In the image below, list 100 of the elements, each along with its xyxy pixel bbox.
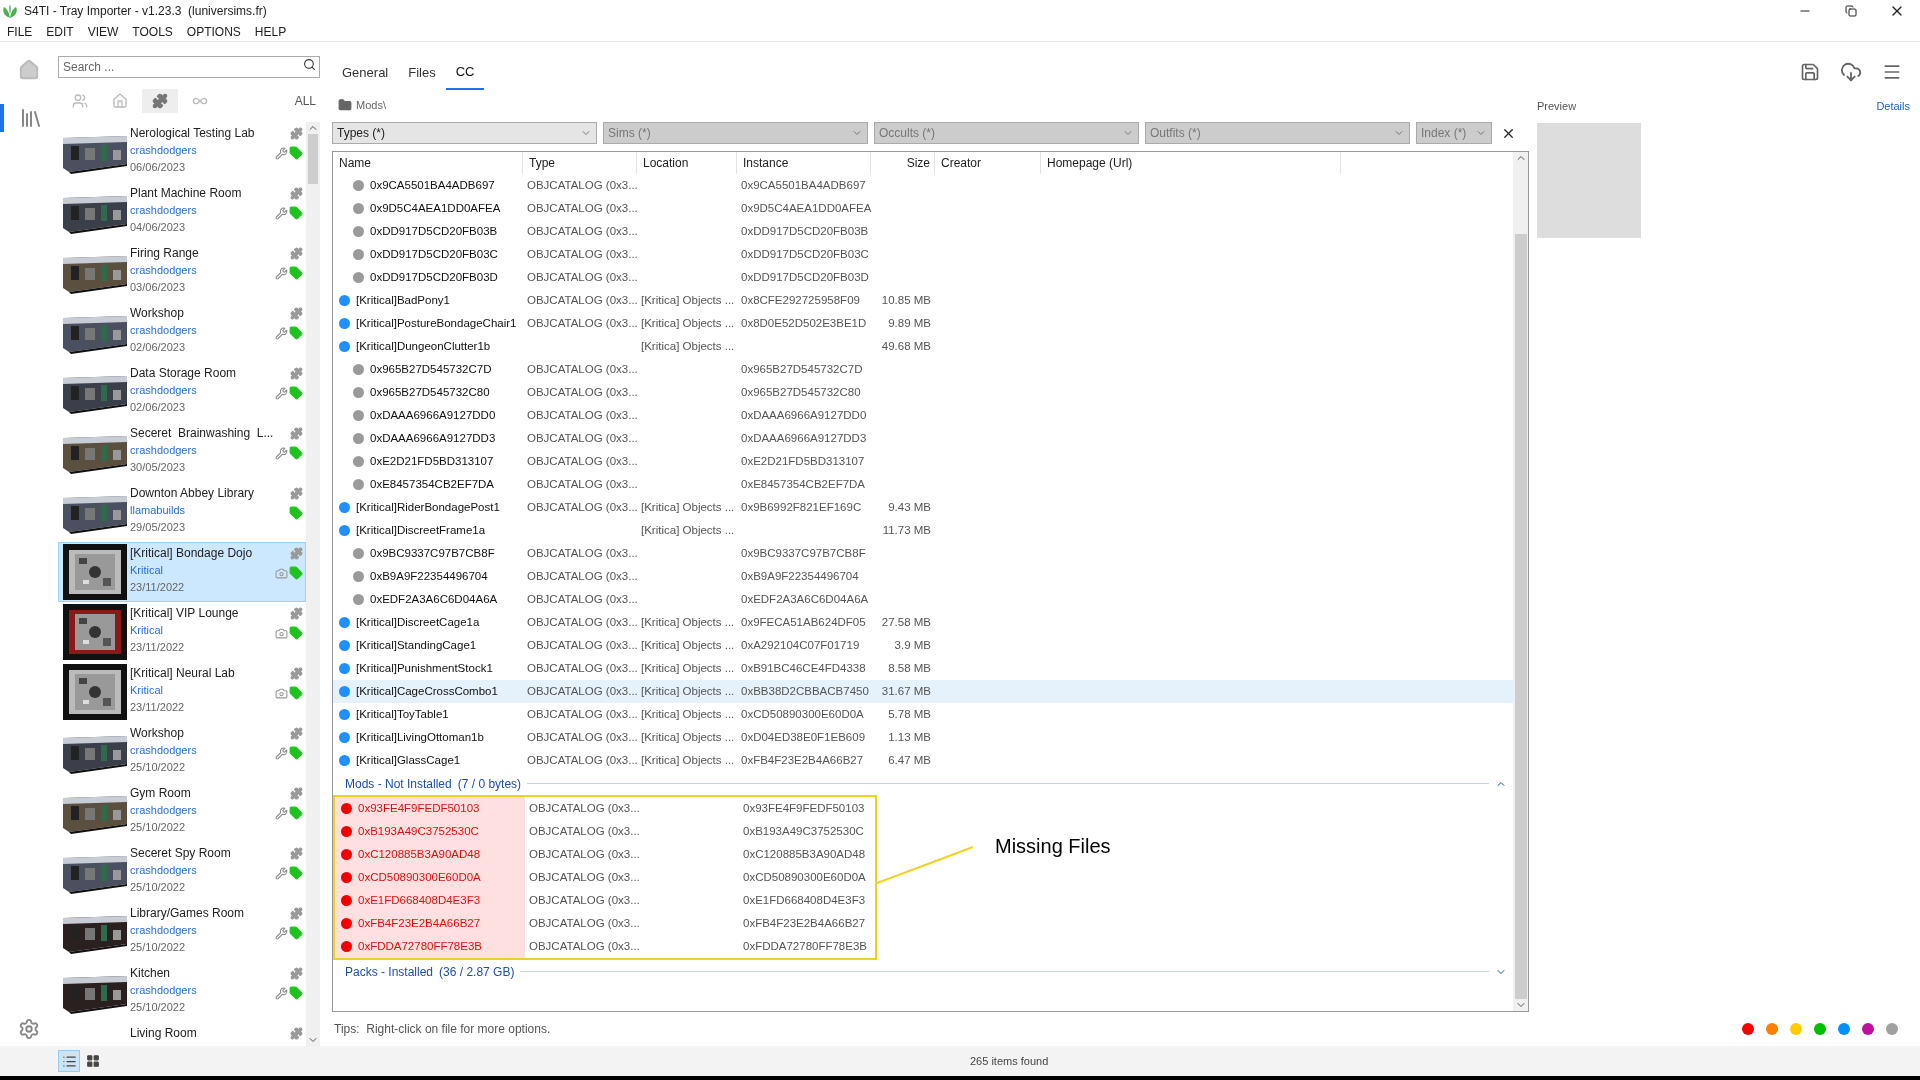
table-row[interactable]: 0xDAAA6966A9127DD0 OBJCATALOG (0x3... 0xDAAA6966A9127DD0 (333, 404, 1513, 427)
table-row[interactable]: 0x9D5C4AEA1DD0AFEA OBJCATALOG (0x3... 0x9D5C4AEA1DD0AFEA (333, 197, 1513, 220)
scrollbar-thumb[interactable] (308, 134, 318, 184)
author-link[interactable]: crashdodgers (130, 442, 274, 459)
tray-item[interactable]: Library/Games Room crashdodgers 25/10/2022 (58, 902, 306, 962)
color-swatch[interactable] (1838, 1023, 1850, 1035)
menu-item[interactable]: HELP (254, 22, 287, 41)
filter-dropdown[interactable]: Types (*) (332, 122, 597, 144)
author-link[interactable]: crashdodgers (130, 142, 274, 159)
tray-item[interactable]: Downton Abbey Library llamabuilds 29/05/2023 (58, 482, 306, 542)
table-row[interactable]: [Kritical]GlassCage1 OBJCATALOG (0x3... [Kritica] Objects ... 0xFB4F23E2B4A66B27 6.47 MB (333, 749, 1513, 772)
tray-item[interactable]: [Kritical] Neural Lab Kritical 23/11/2022 (58, 662, 306, 722)
table-row[interactable]: [Kritical]DiscreetFrame1a [Kritica] Objects ... 11.73 MB (333, 519, 1513, 542)
author-link[interactable]: Kritical (130, 562, 274, 579)
color-swatch[interactable] (1814, 1023, 1826, 1035)
menu-item[interactable]: OPTIONS (186, 22, 241, 41)
table-row[interactable]: 0xE2D21FD5BD313107 OBJCATALOG (0x3... 0xE2D21FD5BD313107 (333, 450, 1513, 473)
location-cell: [Kritica] Objects ... (641, 500, 735, 513)
menu-item[interactable]: TOOLS (132, 22, 173, 41)
table-row[interactable]: [Kritical]RiderBondagePost1 OBJCATALOG (0x3... [Kritica] Objects ... 0x9B6992F821EF169C 9.43 MB (333, 496, 1513, 519)
author-link[interactable]: llamabuilds (130, 502, 274, 519)
author-link[interactable]: crashdodgers (130, 922, 274, 939)
tray-item[interactable]: [Kritical] VIP Lounge Kritical 23/11/2022 (58, 602, 306, 662)
author-link[interactable]: crashdodgers (130, 382, 274, 399)
author-link[interactable]: crashdodgers (130, 322, 274, 339)
table-row[interactable]: 0xB9A9F22354496704 OBJCATALOG (0x3... 0xB9A9F22354496704 (333, 565, 1513, 588)
author-link[interactable]: crashdodgers (130, 262, 274, 279)
tray-item[interactable]: Workshop crashdodgers 25/10/2022 (58, 722, 306, 782)
tray-item[interactable]: Living Room (58, 1022, 306, 1046)
table-row[interactable]: 0x9CA5501BA4ADB697 OBJCATALOG (0x3... 0x9CA5501BA4ADB697 (333, 174, 1513, 197)
tray-item[interactable]: Firing Range crashdodgers 03/06/2023 (58, 242, 306, 302)
author-link[interactable]: crashdodgers (130, 862, 274, 879)
tray-item[interactable]: Workshop crashdodgers 02/06/2023 (58, 302, 306, 362)
table-row[interactable]: 0x93FE4F9FEDF50103 OBJCATALOG (0x3... 0x93FE4F9FEDF50103 (335, 797, 875, 820)
tray-item[interactable]: Plant Machine Room crashdodgers 04/06/2023 (58, 182, 306, 242)
tray-item[interactable]: Seceret Brainwashing L... crashdodgers 30/05/2023 (58, 422, 306, 482)
table-row[interactable]: 0xFDDA72780FF78E3B OBJCATALOG (0x3... 0xFDDA72780FF78E3B (335, 935, 875, 958)
table-row[interactable]: 0xDD917D5CD20FB03B OBJCATALOG (0x3... 0xDD917D5CD20FB03B (333, 220, 1513, 243)
tray-item[interactable]: Data Storage Room crashdodgers 02/06/2023 (58, 362, 306, 422)
table-row[interactable]: 0xDD917D5CD20FB03D OBJCATALOG (0x3... 0xDD917D5CD20FB03D (333, 266, 1513, 289)
column-header[interactable]: Size (906, 154, 930, 172)
table-row[interactable]: 0x965B27D545732C80 OBJCATALOG (0x3... 0x965B27D545732C80 (333, 381, 1513, 404)
author-link[interactable]: crashdodgers (130, 802, 274, 819)
section-title[interactable]: Packs - Installed (345, 962, 434, 981)
table-row[interactable]: 0xFB4F23E2B4A66B27 OBJCATALOG (0x3... 0xFB4F23E2B4A66B27 (335, 912, 875, 935)
author-link[interactable]: crashdodgers (130, 202, 274, 219)
color-swatch[interactable] (1862, 1023, 1874, 1035)
table-row[interactable]: 0xE8457354CB2EF7DA OBJCATALOG (0x3... 0xE8457354CB2EF7DA (333, 473, 1513, 496)
column-header[interactable]: Homepage (Url) (1047, 154, 1133, 172)
view-toggle[interactable] (58, 1050, 80, 1072)
search-field[interactable]: Search ... (58, 56, 320, 78)
section-title[interactable]: Mods - Not Installed (345, 774, 452, 793)
filter-button[interactable] (142, 89, 178, 113)
table-row[interactable]: [Kritical]PunishmentStock1 OBJCATALOG (0x3... [Kritica] Objects ... 0xB91BC46CE4FD4338 8.58 MB (333, 657, 1513, 680)
table-row[interactable]: [Kritical]CageCrossCombo1 OBJCATALOG (0x3... [Kritica] Objects ... 0xBB38D2CBBACB7450 31.67 MB (333, 680, 1513, 703)
table-row[interactable]: 0xEDF2A3A6C6D04A6A OBJCATALOG (0x3... 0xEDF2A3A6C6D04A6A (333, 588, 1513, 611)
column-header[interactable]: Type (529, 154, 555, 172)
menu-item[interactable]: VIEW (87, 22, 119, 41)
folder-path: Mods\ (356, 97, 386, 113)
tab[interactable]: General (332, 56, 399, 90)
item-date: 25/10/2022 (130, 940, 187, 955)
menu-item[interactable]: FILE (7, 22, 33, 41)
tray-item[interactable]: [Kritical] Bondage Dojo Kritical 23/11/2022 (58, 542, 306, 602)
tab[interactable]: CC (445, 56, 485, 90)
tray-item[interactable]: Kitchen crashdodgers 25/10/2022 (58, 962, 306, 1022)
column-header[interactable]: Creator (941, 154, 981, 172)
author-link[interactable]: crashdodgers (130, 742, 274, 759)
table-row[interactable]: [Kritical]PostureBondageChair1 OBJCATALOG (0x3... [Kritica] Objects ... 0x8D0E52D502E3BE1D 9.89 MB (333, 312, 1513, 335)
table-row[interactable]: [Kritical]ToyTable1 OBJCATALOG (0x3... [Kritica] Objects ... 0xCD50890300E60D0A 5.78 MB (333, 703, 1513, 726)
color-swatch[interactable] (1766, 1023, 1778, 1035)
column-header[interactable]: Instance (743, 154, 789, 172)
table-row[interactable]: 0x9BC9337C97B7CB8F OBJCATALOG (0x3... 0x9BC9337C97B7CB8F (333, 542, 1513, 565)
all-filter-button[interactable]: ALL (292, 92, 318, 110)
author-link[interactable]: Kritical (130, 682, 274, 699)
table-row[interactable]: [Kritical]LivingOttoman1b OBJCATALOG (0x3... [Kritica] Objects ... 0xD04ED38E0F1EB609 1.13 MB (333, 726, 1513, 749)
table-row[interactable]: 0xC120885B3A90AD48 OBJCATALOG (0x3... 0xC120885B3A90AD48 (335, 843, 875, 866)
color-swatch[interactable] (1886, 1023, 1898, 1035)
tray-item[interactable]: Nerological Testing Lab crashdodgers 06/06/2023 (58, 122, 306, 182)
author-link[interactable]: Kritical (130, 622, 274, 639)
column-header[interactable]: Name (339, 154, 371, 172)
table-row[interactable]: 0xDAAA6966A9127DD3 OBJCATALOG (0x3... 0xDAAA6966A9127DD3 (333, 427, 1513, 450)
author-link[interactable]: crashdodgers (130, 982, 274, 999)
table-row[interactable]: [Kritical]DungeonClutter1b [Kritica] Objects ... 49.68 MB (333, 335, 1513, 358)
table-row[interactable]: 0xDD917D5CD20FB03C OBJCATALOG (0x3... 0xDD917D5CD20FB03C (333, 243, 1513, 266)
column-header[interactable]: Location (643, 154, 689, 172)
scrollbar-thumb[interactable] (1514, 234, 1527, 999)
details-link[interactable]: Details (1876, 98, 1910, 115)
color-swatch[interactable] (1790, 1023, 1802, 1035)
table-row[interactable]: 0x965B27D545732C7D OBJCATALOG (0x3... 0x965B27D545732C7D (333, 358, 1513, 381)
table-row[interactable]: [Kritical]DiscreetCage1a OBJCATALOG (0x3... [Kritica] Objects ... 0x9FECA51AB624DF05 27.58 MB (333, 611, 1513, 634)
tab[interactable]: Files (398, 56, 446, 90)
menu-item[interactable]: EDIT (46, 22, 74, 41)
tray-item[interactable]: Seceret Spy Room crashdodgers 25/10/2022 (58, 842, 306, 902)
color-swatch[interactable] (1742, 1023, 1754, 1035)
table-row[interactable]: 0xB193A49C3752530C OBJCATALOG (0x3... 0xB193A49C3752530C (335, 820, 875, 843)
table-row[interactable]: [Kritical]StandingCage1 OBJCATALOG (0x3... [Kritica] Objects ... 0xA292104C07F01719 3.9 MB (333, 634, 1513, 657)
table-row[interactable]: [Kritical]BadPony1 OBJCATALOG (0x3... [Kritica] Objects ... 0x8CFE292725958F09 10.85 MB (333, 289, 1513, 312)
table-row[interactable]: 0xE1FD668408D4E3F3 OBJCATALOG (0x3... 0xE1FD668408D4E3F3 (335, 889, 875, 912)
tray-item[interactable]: Gym Room crashdodgers 25/10/2022 (58, 782, 306, 842)
table-row[interactable]: 0xCD50890300E60D0A OBJCATALOG (0x3... 0xCD50890300E60D0A (335, 866, 875, 889)
